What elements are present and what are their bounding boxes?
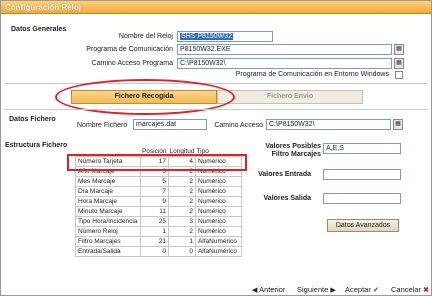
cancelar-button[interactable]: Cancelar ✖ (391, 285, 429, 294)
divider-top (5, 83, 427, 84)
row-campo: Hora Marcaje (74, 195, 142, 207)
programa-comunicacion-label: Programa de Comunicación (86, 46, 173, 53)
arrow-right-icon: ▶ (330, 287, 336, 294)
close-icon: ✖ (423, 287, 429, 294)
row-campo: Filtro Marcajes (74, 235, 142, 247)
nombre-reloj-value: SHS P8150W32 (180, 33, 233, 40)
tab-fichero-envio[interactable]: Fichero Envio (217, 90, 363, 104)
nombre-reloj-label: Nombre del Reloj (118, 33, 173, 40)
row-posicion[interactable]: 25 (140, 215, 169, 227)
row-posicion[interactable]: 9 (140, 195, 169, 207)
valores-entrada-label: Valores Entrada (258, 171, 311, 178)
nombre-reloj-input[interactable]: SHS P8150W32 (177, 31, 273, 42)
row-tipo[interactable]: Numérico (194, 225, 243, 237)
row-campo: Día Marcaje (74, 185, 142, 197)
programa-comunicacion-input[interactable]: P8150W32.EXE (177, 44, 392, 55)
camino-browse-icon[interactable]: ▦ (394, 58, 404, 69)
anterior-button[interactable]: ◀ Anterior (252, 285, 285, 294)
anterior-label: Anterior (259, 285, 286, 294)
valores-posibles-input[interactable]: A,E,S (323, 143, 401, 154)
row-longitud[interactable]: 2 (168, 225, 196, 237)
row-tipo[interactable]: AlfaNumérico (194, 235, 243, 247)
row-posicion[interactable]: 7 (140, 185, 169, 197)
row-tipo[interactable]: AlfaNumérico (194, 245, 243, 257)
aceptar-label: Aceptar (345, 285, 371, 294)
row-posicion[interactable]: 1 (140, 225, 169, 237)
entorno-windows-checkbox[interactable] (395, 71, 403, 79)
row-campo: Minuto Marcaje (74, 205, 142, 217)
valores-posibles-label: Valores Posibles (265, 143, 321, 150)
table-row[interactable]: Tipo Hora/Incidencia 25 3 Numérico (74, 215, 243, 227)
camino-acceso-label: Camino Acceso (214, 122, 263, 129)
row-highlight-annotation (67, 154, 247, 171)
table-row[interactable]: Hora Marcaje 9 2 Numérico (74, 195, 243, 207)
row-longitud[interactable]: 2 (168, 175, 196, 187)
table-row[interactable]: Filtro Marcajes 21 1 AlfaNumérico (74, 235, 243, 247)
row-posicion[interactable]: 0 (140, 245, 169, 257)
row-campo: Número Reloj (74, 225, 142, 237)
camino-acceso-programa-label: Camino Acceso Programa (91, 60, 173, 67)
camino-acceso-programa-input[interactable]: C:\P8150W32\ (177, 58, 392, 69)
row-longitud[interactable]: 3 (168, 215, 196, 227)
window-title: Configuración Reloj (5, 3, 81, 12)
arrow-left-icon: ◀ (252, 287, 258, 294)
row-longitud[interactable]: 2 (168, 185, 196, 197)
table-row[interactable]: Número Reloj 1 2 Numérico (74, 225, 243, 237)
row-tipo[interactable]: Numérico (194, 215, 243, 227)
check-icon: ✔ (372, 287, 379, 294)
siguiente-label: Siguiente (297, 285, 329, 294)
footer-nav: ◀ Anterior Siguiente ▶ Aceptar ✔ Cancela… (1, 285, 431, 296)
nombre-fichero-label: Nombre Fichero (77, 122, 128, 129)
row-posicion[interactable]: 21 (140, 235, 169, 247)
row-posicion[interactable]: 11 (140, 205, 169, 217)
datos-generales-label: Datos Generales (11, 26, 67, 33)
siguiente-button[interactable]: Siguiente ▶ (297, 285, 336, 294)
title-bar: Configuración Reloj (1, 1, 431, 14)
nombre-fichero-input[interactable]: marcajes.dat (133, 119, 207, 130)
divider-middle (5, 109, 427, 110)
cancelar-label: Cancelar (391, 285, 422, 294)
row-campo: Tipo Hora/Incidencia (74, 215, 142, 227)
estructura-fichero-label: Estructura Fichero (5, 142, 68, 149)
programa-browse-icon[interactable]: ▦ (394, 44, 404, 55)
table-row[interactable]: Día Marcaje 7 2 Numérico (74, 185, 243, 197)
row-longitud[interactable]: 1 (168, 235, 196, 247)
camino-acceso-browse-icon[interactable]: ▦ (393, 119, 403, 130)
valores-salida-label: Valores Salida (263, 195, 311, 202)
row-longitud[interactable]: 2 (168, 205, 196, 217)
valores-salida-input[interactable] (323, 193, 401, 204)
row-longitud[interactable]: 2 (168, 195, 196, 207)
table-row[interactable]: Mes Marcaje 5 2 Numérico (74, 175, 243, 187)
row-tipo[interactable]: Numérico (194, 195, 243, 207)
datos-avanzados-button[interactable]: Datos Avanzados (327, 219, 399, 232)
row-tipo[interactable]: Numérico (194, 205, 243, 217)
row-tipo[interactable]: Numérico (194, 185, 243, 197)
aceptar-button[interactable]: Aceptar ✔ (345, 285, 379, 294)
table-row[interactable]: Minuto Marcaje 11 2 Numérico (74, 205, 243, 217)
row-campo: Entrada/Salida (74, 245, 142, 257)
configuracion-reloj-window: Configuración Reloj Datos Generales Nomb… (0, 0, 432, 296)
row-posicion[interactable]: 5 (140, 175, 169, 187)
datos-fichero-label: Datos Fichero (9, 116, 56, 123)
table-row[interactable]: Entrada/Salida 0 0 AlfaNumérico (74, 245, 243, 257)
row-campo: Mes Marcaje (74, 175, 142, 187)
camino-acceso-input[interactable]: C:\P8150W32\ (266, 119, 391, 130)
row-tipo[interactable]: Numérico (194, 175, 243, 187)
row-longitud[interactable]: 0 (168, 245, 196, 257)
valores-entrada-input[interactable] (323, 169, 401, 180)
entorno-windows-label: Programa de Comunicación en Entorno Wind… (235, 71, 389, 78)
filtro-marcajes-label: Filtro Marcajes (271, 151, 321, 158)
